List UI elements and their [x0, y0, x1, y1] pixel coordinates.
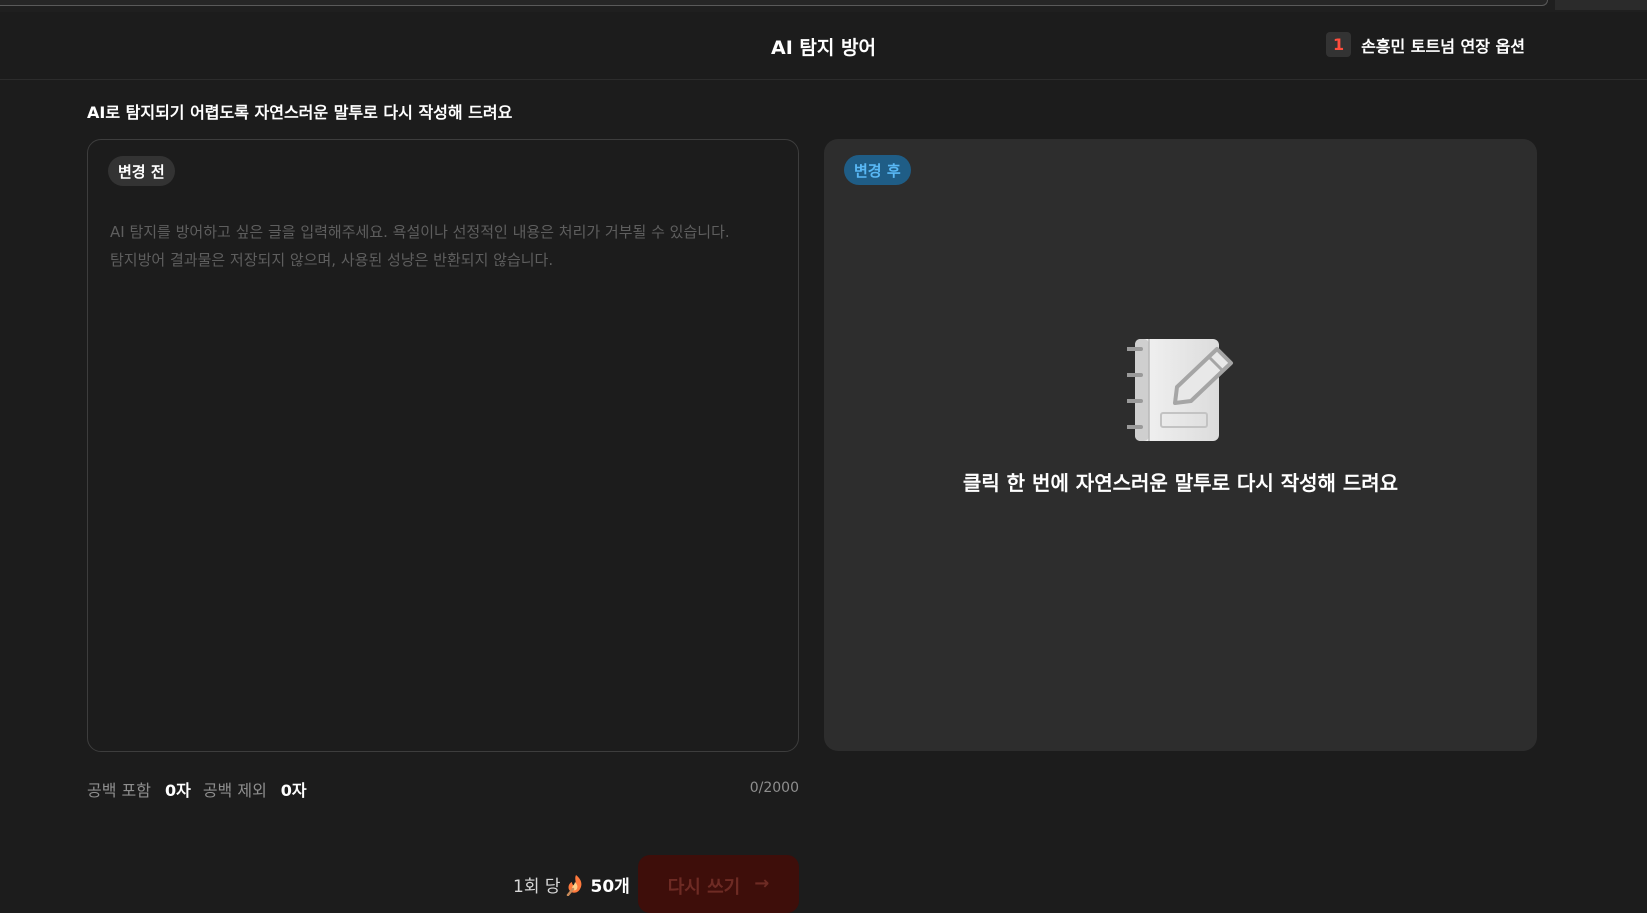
after-panel: 변경 후 클릭 한 번에 자연스러운 말투로 다시 작성해 드려요 — [824, 139, 1537, 751]
empty-state-message: 클릭 한 번에 자연스러운 말투로 다시 작성해 드려요 — [962, 471, 1399, 495]
notebook-pencil-icon — [1127, 339, 1233, 441]
address-bar-edge — [0, 0, 1548, 6]
rewrite-button-label: 다시 쓰기 — [667, 877, 741, 898]
scrollbar-stub — [1555, 0, 1647, 10]
match-icon — [566, 874, 581, 896]
character-counts: 공백 포함 0자 공백 제외 0자 — [87, 777, 319, 801]
cost-amount: 50개 — [590, 877, 630, 897]
notice-rank-badge: 1 — [1326, 32, 1352, 57]
character-limit: 0/2000 — [749, 780, 799, 796]
after-label-pill: 변경 후 — [844, 155, 911, 185]
rewrite-button[interactable]: 다시 쓰기 → — [638, 855, 799, 913]
before-panel: 변경 전 — [87, 139, 799, 752]
browser-top-strip — [0, 0, 1647, 12]
page-header: AI 탐지 방어 1 손흥민 토트넘 연장 옵션 — [0, 12, 1647, 80]
notice-text[interactable]: 손흥민 토트넘 연장 옵션 — [1361, 33, 1525, 57]
page-subtitle: AI로 탐지되기 어렵도록 자연스러운 말투로 다시 작성해 드려요 — [87, 103, 513, 122]
trending-notice[interactable]: 1 손흥민 토트넘 연장 옵션 — [1326, 32, 1525, 57]
source-text-input[interactable] — [108, 216, 780, 736]
cost-per-label: 1회 당 — [513, 877, 561, 897]
arrow-right-icon: → — [754, 873, 770, 894]
before-label-pill: 변경 전 — [108, 156, 175, 186]
without-spaces-value: 0자 — [280, 781, 307, 800]
with-spaces-label: 공백 포함 — [87, 781, 151, 800]
with-spaces-value: 0자 — [164, 781, 191, 800]
without-spaces-label: 공백 제외 — [202, 781, 267, 800]
cost-info: 1회 당 50개 — [513, 872, 630, 897]
